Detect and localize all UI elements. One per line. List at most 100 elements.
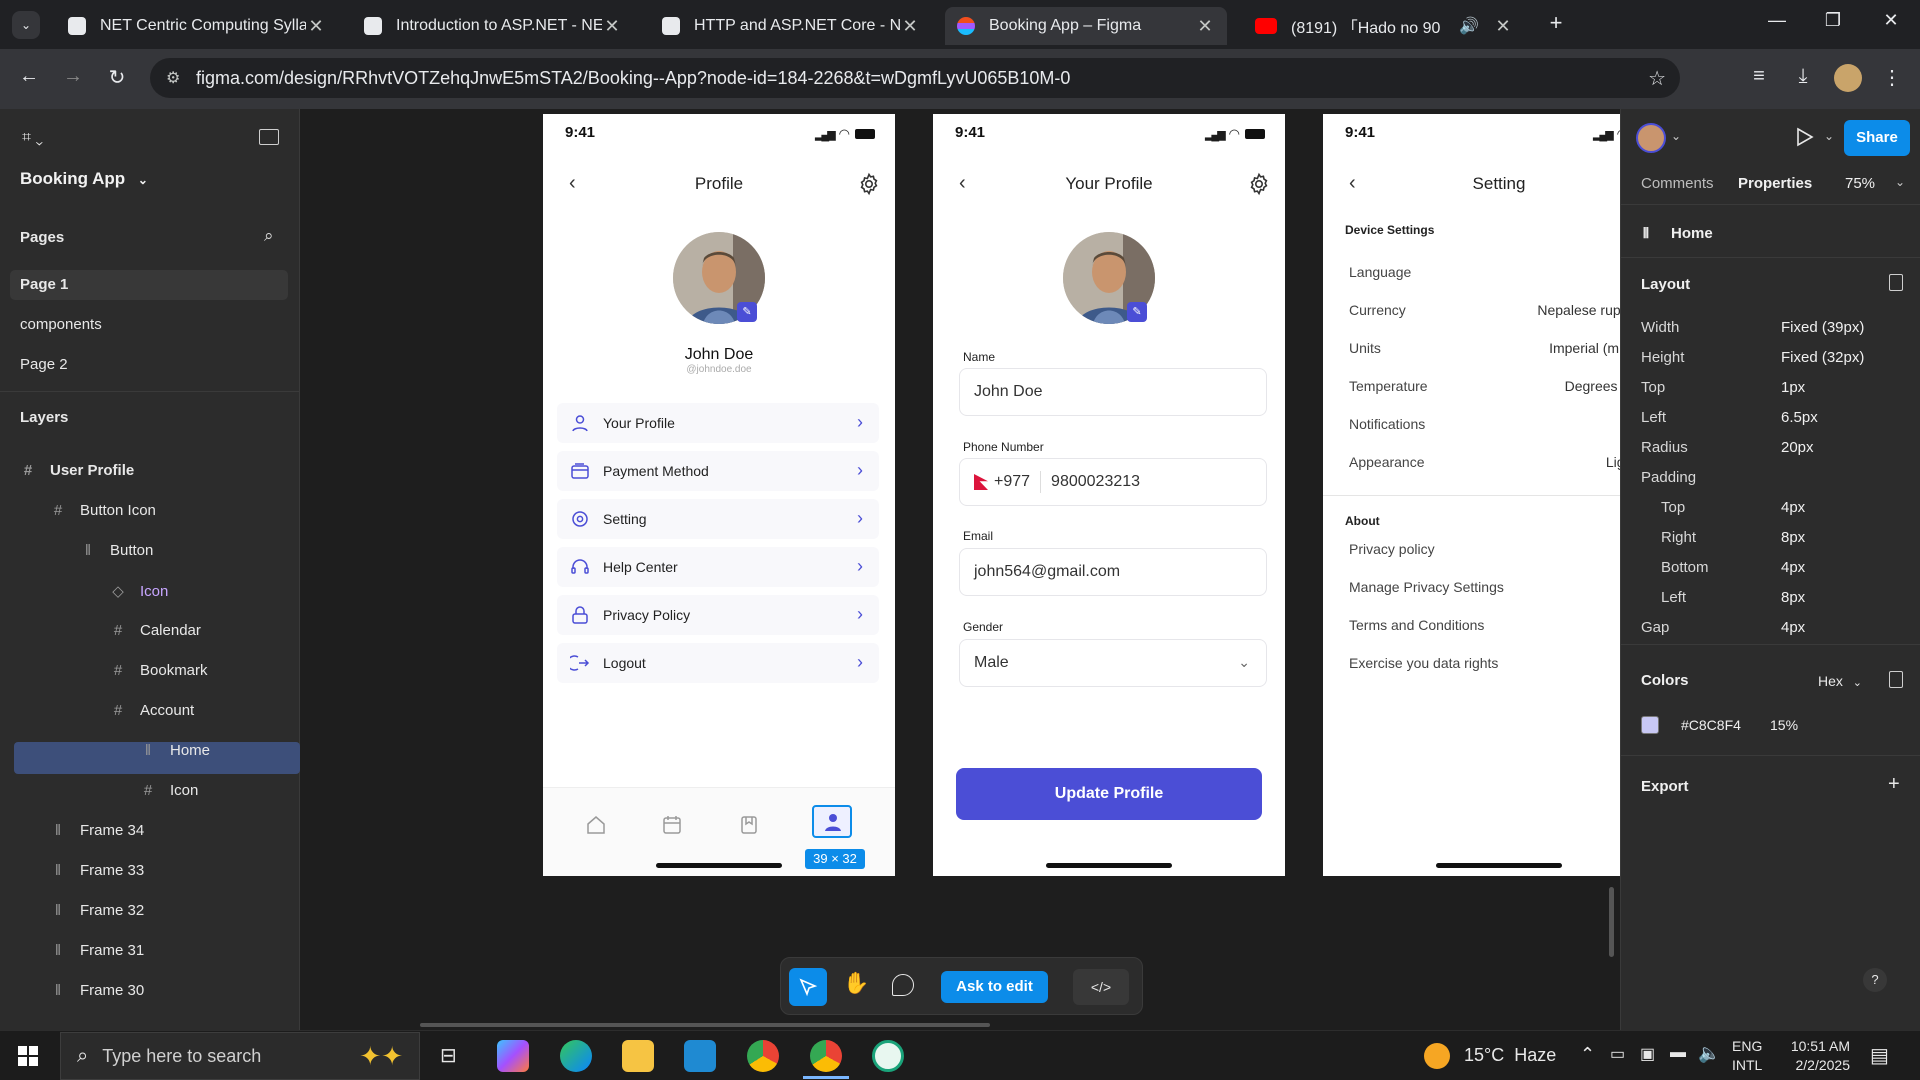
menu-logout[interactable]: Logout › (557, 643, 879, 683)
tray-chevron-up-icon[interactable]: ⌃ (1580, 1044, 1595, 1065)
tab-search-button[interactable]: ⌄ (12, 11, 40, 39)
browser-tab-youtube[interactable]: (8191) 「Hado no 90 🔥 | 🔊 ✕ (1243, 7, 1525, 45)
page-item-2[interactable]: Page 2 (20, 356, 68, 373)
about-row[interactable]: Exercise you data rights (1349, 655, 1620, 671)
setting-frame[interactable]: 9:41 ▂▄▆ ◠ ‹ Setting Device Settings Lan… (1323, 114, 1620, 876)
ask-to-edit-button[interactable]: Ask to edit (941, 971, 1048, 1003)
page-item-1[interactable]: Page 1 (20, 276, 68, 293)
add-export-icon[interactable]: + (1888, 773, 1900, 796)
back-arrow-icon[interactable]: ‹ (1349, 172, 1356, 195)
browser-tab-figma[interactable]: Booking App – Figma ✕ (945, 7, 1227, 45)
taskbar-search-box[interactable]: ⌕ Type here to search ✦✦ (60, 1032, 420, 1080)
home-icon[interactable] (585, 814, 607, 836)
star-icon[interactable]: ☆ (1648, 66, 1666, 91)
copilot-app-icon[interactable] (497, 1040, 529, 1072)
property-row[interactable]: Padding (1641, 469, 1901, 486)
weather-icon[interactable] (1424, 1043, 1450, 1069)
vscode-icon[interactable] (684, 1040, 716, 1072)
avatar-dropdown-chevron[interactable]: ⌄ (1671, 129, 1681, 143)
canvas-vertical-scrollbar[interactable] (1609, 887, 1614, 957)
account-tab-selected[interactable] (812, 805, 852, 838)
color-opacity-value[interactable]: 15% (1770, 717, 1798, 733)
update-profile-button[interactable]: Update Profile (956, 768, 1262, 820)
layer-item[interactable]: ◇ Icon (110, 582, 168, 601)
tab-comments[interactable]: Comments (1641, 175, 1714, 192)
browser-tab-2[interactable]: Introduction to ASP.NET - NET ✕ (352, 7, 634, 45)
tray-meet-icon[interactable]: ▭ (1610, 1044, 1625, 1064)
menu-setting[interactable]: Setting › (557, 499, 879, 539)
present-dropdown-chevron[interactable]: ⌄ (1824, 129, 1834, 143)
your-profile-frame[interactable]: 9:41 ▂▄▆ ◠ ‹ Your Profile ✎ Name John Do… (933, 114, 1285, 876)
download-icon[interactable]: ⤓ (1788, 65, 1818, 88)
property-row[interactable]: Height Fixed (32px) (1641, 349, 1901, 366)
window-close-button[interactable]: ✕ (1871, 10, 1911, 31)
setting-row[interactable]: Appearance Light theme (1349, 454, 1620, 470)
property-row[interactable]: Radius 20px (1641, 439, 1901, 456)
property-row[interactable]: Top 1px (1641, 379, 1901, 396)
property-row[interactable]: Gap 4px (1641, 619, 1901, 636)
browser-tab-3[interactable]: HTTP and ASP.NET Core - NET ✕ (650, 7, 932, 45)
edit-avatar-icon[interactable]: ✎ (737, 302, 757, 322)
gender-select[interactable]: Male ⌄ (959, 639, 1267, 687)
property-row[interactable]: Top 4px (1641, 499, 1901, 516)
present-play-icon[interactable] (1796, 127, 1814, 147)
layer-item[interactable]: ‖ Frame 33 (50, 862, 144, 879)
property-row[interactable]: Width Fixed (39px) (1641, 319, 1901, 336)
media-controls-icon[interactable]: ≡ (1744, 65, 1774, 88)
restore-button[interactable]: ❐ (1813, 10, 1853, 31)
copy-clipboard-icon[interactable] (1889, 671, 1903, 688)
figma-main-menu-icon[interactable]: ⌗ ⌄ (22, 129, 43, 147)
app-icon[interactable] (872, 1040, 904, 1072)
layer-item[interactable]: # Icon (140, 782, 199, 799)
about-row[interactable]: Privacy policy (1349, 541, 1620, 557)
user-avatar[interactable] (1636, 123, 1666, 153)
chrome-active-icon[interactable] (810, 1040, 842, 1072)
layer-item[interactable]: ‖ Frame 34 (50, 822, 144, 839)
browser-tab-1[interactable]: NET Centric Computing Syllab… ✕ (56, 7, 338, 45)
menu-your-profile[interactable]: Your Profile › (557, 403, 879, 443)
reload-icon[interactable]: ↻ (102, 65, 132, 90)
close-icon[interactable]: ✕ (306, 16, 326, 37)
url-bar[interactable]: ⚙ figma.com/design/RRhvtVOTZehqJnwE5mSTA… (150, 58, 1680, 98)
layer-item[interactable]: ‖ Home (140, 742, 210, 759)
layer-item[interactable]: # Bookmark (110, 662, 208, 679)
comment-tool-icon[interactable] (892, 974, 914, 996)
property-row[interactable]: Right 8px (1641, 529, 1901, 546)
layer-item[interactable]: # Button Icon (50, 502, 156, 519)
hand-tool-icon[interactable]: ✋ (843, 972, 869, 996)
close-icon[interactable]: ✕ (602, 16, 622, 37)
language-indicator[interactable]: ENG INTL (1732, 1037, 1762, 1075)
minimize-button[interactable]: — (1757, 10, 1797, 31)
site-settings-icon[interactable]: ⚙ (166, 68, 180, 88)
dev-mode-icon[interactable]: </> (1073, 969, 1129, 1005)
property-row[interactable]: Bottom 4px (1641, 559, 1901, 576)
layer-item[interactable]: ‖ Frame 32 (50, 902, 144, 919)
file-explorer-icon[interactable] (622, 1040, 654, 1072)
weather-text[interactable]: 15°C Haze (1464, 1045, 1556, 1066)
toggle-sidebar-icon[interactable] (259, 129, 279, 145)
color-format-select[interactable]: Hex ⌄ (1818, 673, 1862, 689)
name-field[interactable]: John Doe (959, 368, 1267, 416)
zoom-level[interactable]: 75% (1845, 175, 1875, 192)
search-icon[interactable]: ⌕ (264, 226, 274, 246)
task-view-icon[interactable]: ⊟ (440, 1043, 457, 1068)
battery-icon[interactable]: ▬ (1670, 1044, 1686, 1062)
layer-item[interactable]: ‖ Frame 31 (50, 942, 144, 959)
color-hex-value[interactable]: #C8C8F4 (1681, 717, 1741, 733)
volume-icon[interactable]: 🔈 (1698, 1043, 1720, 1064)
share-button[interactable]: Share (1844, 120, 1910, 156)
help-icon[interactable]: ? (1863, 968, 1887, 992)
gear-icon[interactable] (1247, 172, 1271, 196)
move-tool-button[interactable] (789, 968, 827, 1006)
property-row[interactable]: Left 6.5px (1641, 409, 1901, 426)
menu-privacy-policy[interactable]: Privacy Policy › (557, 595, 879, 635)
color-swatch[interactable] (1641, 716, 1659, 734)
layer-item[interactable]: # User Profile (20, 462, 134, 479)
edge-icon[interactable] (560, 1040, 592, 1072)
bookmark-icon[interactable] (738, 814, 760, 836)
close-icon[interactable]: ✕ (1493, 16, 1513, 37)
gear-icon[interactable] (857, 172, 881, 196)
property-row[interactable]: Left 8px (1641, 589, 1901, 606)
menu-payment-method[interactable]: Payment Method › (557, 451, 879, 491)
layer-item[interactable]: # Calendar (110, 622, 201, 639)
